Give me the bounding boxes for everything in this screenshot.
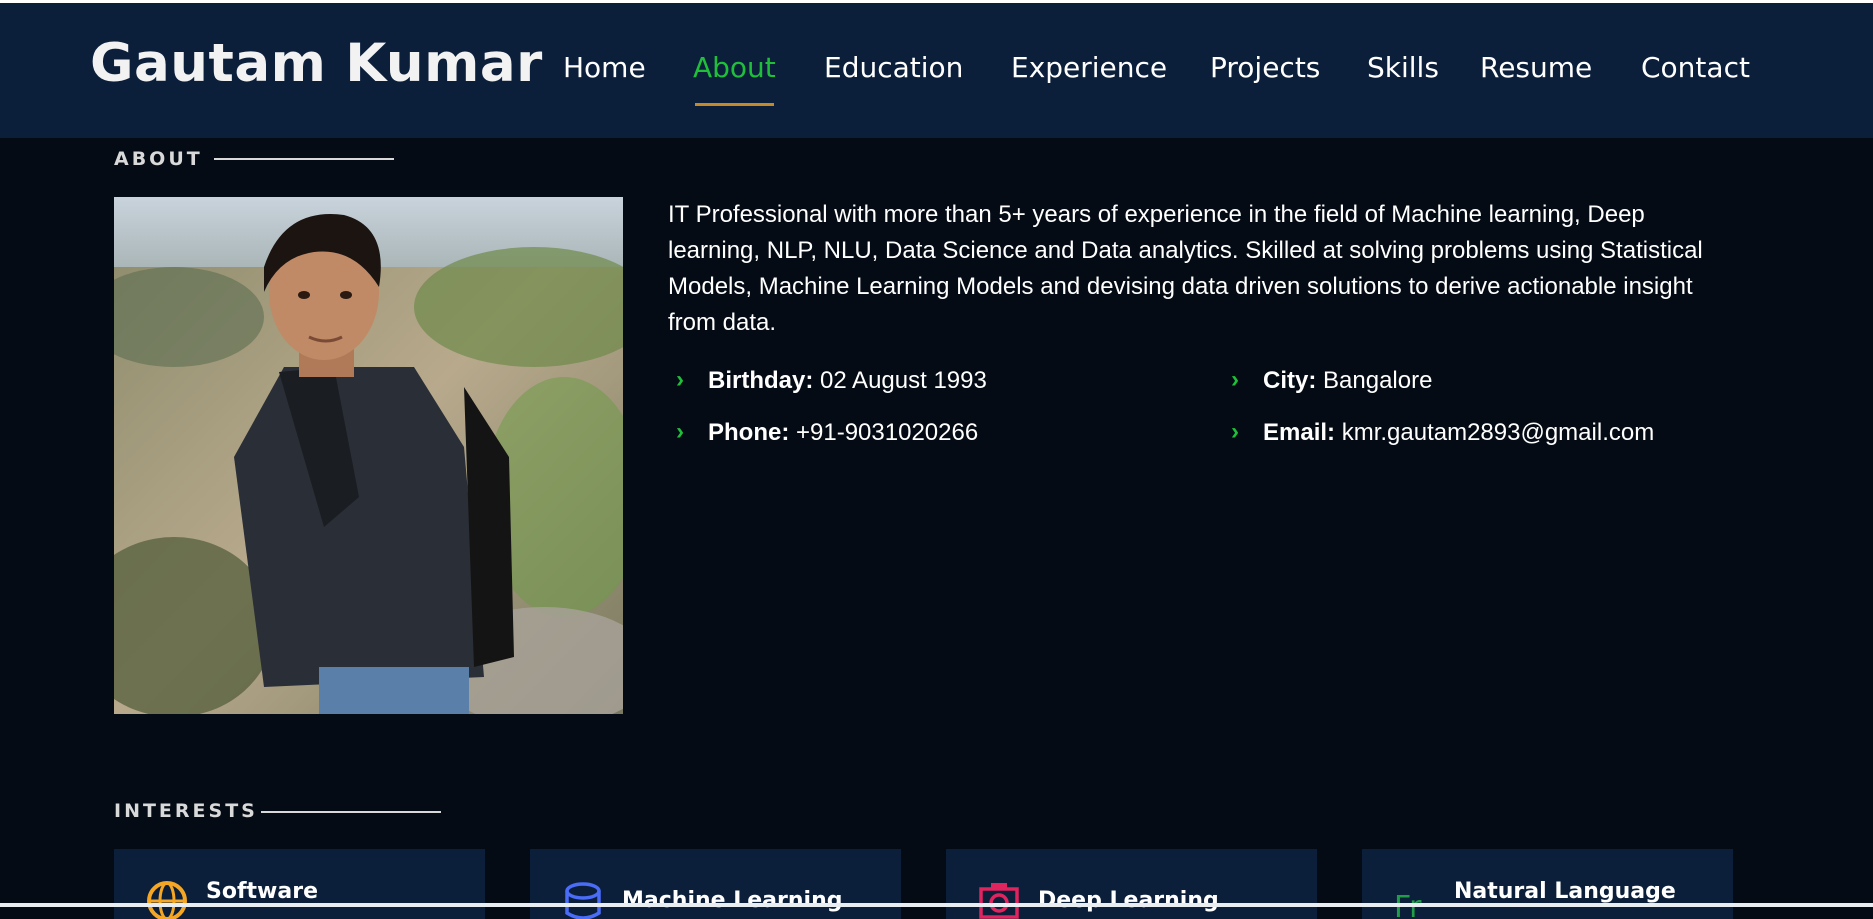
chevron-right-icon: ›: [676, 418, 684, 445]
chevron-right-icon: ›: [1231, 366, 1239, 393]
city-value: Bangalore: [1323, 367, 1433, 394]
birthday-value: 02 August 1993: [820, 367, 987, 394]
language-icon: Fr: [1394, 890, 1422, 919]
nav-skills[interactable]: Skills: [1367, 51, 1439, 84]
interest-card-machine-learning[interactable]: Machine Learning: [530, 849, 901, 919]
profile-photo: [114, 197, 623, 714]
about-title-rule: [214, 158, 394, 160]
nav-about-label: About: [693, 51, 776, 84]
nav-about[interactable]: About: [693, 51, 776, 106]
interest-label: Machine Learning: [622, 888, 843, 913]
globe-icon: [147, 881, 187, 919]
nav-education[interactable]: Education: [824, 51, 963, 84]
nav-projects[interactable]: Projects: [1210, 51, 1320, 84]
nav-home[interactable]: Home: [563, 51, 646, 84]
interests-section-title: INTERESTS: [114, 800, 258, 822]
interest-card-natural-language[interactable]: Fr Natural Language: [1362, 849, 1733, 919]
info-city: City: Bangalore: [1263, 367, 1432, 395]
window-bottom-edge: [0, 903, 1873, 907]
interest-card-software[interactable]: Software: [114, 849, 485, 919]
active-nav-underline: [695, 103, 774, 106]
chevron-right-icon: ›: [676, 366, 684, 393]
info-email: Email: kmr.gautam2893@gmail.com: [1263, 419, 1654, 447]
info-phone: Phone: +91-9031020266: [708, 419, 978, 447]
city-label: City:: [1263, 367, 1317, 394]
about-section-title: ABOUT: [114, 148, 203, 170]
info-birthday: Birthday: 02 August 1993: [708, 367, 987, 395]
about-summary: IT Professional with more than 5+ years …: [668, 201, 1703, 336]
email-value[interactable]: kmr.gautam2893@gmail.com: [1342, 419, 1655, 446]
interests-title-rule: [261, 811, 441, 813]
brand-logo[interactable]: Gautam Kumar: [90, 33, 543, 94]
database-icon: [565, 882, 601, 919]
nav-experience[interactable]: Experience: [1011, 51, 1167, 84]
site-header: Gautam Kumar Home About Education Experi…: [0, 3, 1873, 138]
email-label: Email:: [1263, 419, 1336, 446]
birthday-label: Birthday:: [708, 367, 814, 394]
phone-label: Phone:: [708, 419, 790, 446]
interest-label: Deep Learning: [1038, 888, 1219, 913]
chevron-right-icon: ›: [1231, 418, 1239, 445]
interest-card-deep-learning[interactable]: Deep Learning: [946, 849, 1317, 919]
interest-label: Natural Language: [1454, 879, 1676, 904]
phone-value: +91-9031020266: [796, 419, 979, 446]
camera-icon: [979, 883, 1019, 919]
nav-resume[interactable]: Resume: [1480, 51, 1592, 84]
nav-contact[interactable]: Contact: [1641, 51, 1750, 84]
interest-label: Software: [206, 879, 318, 904]
